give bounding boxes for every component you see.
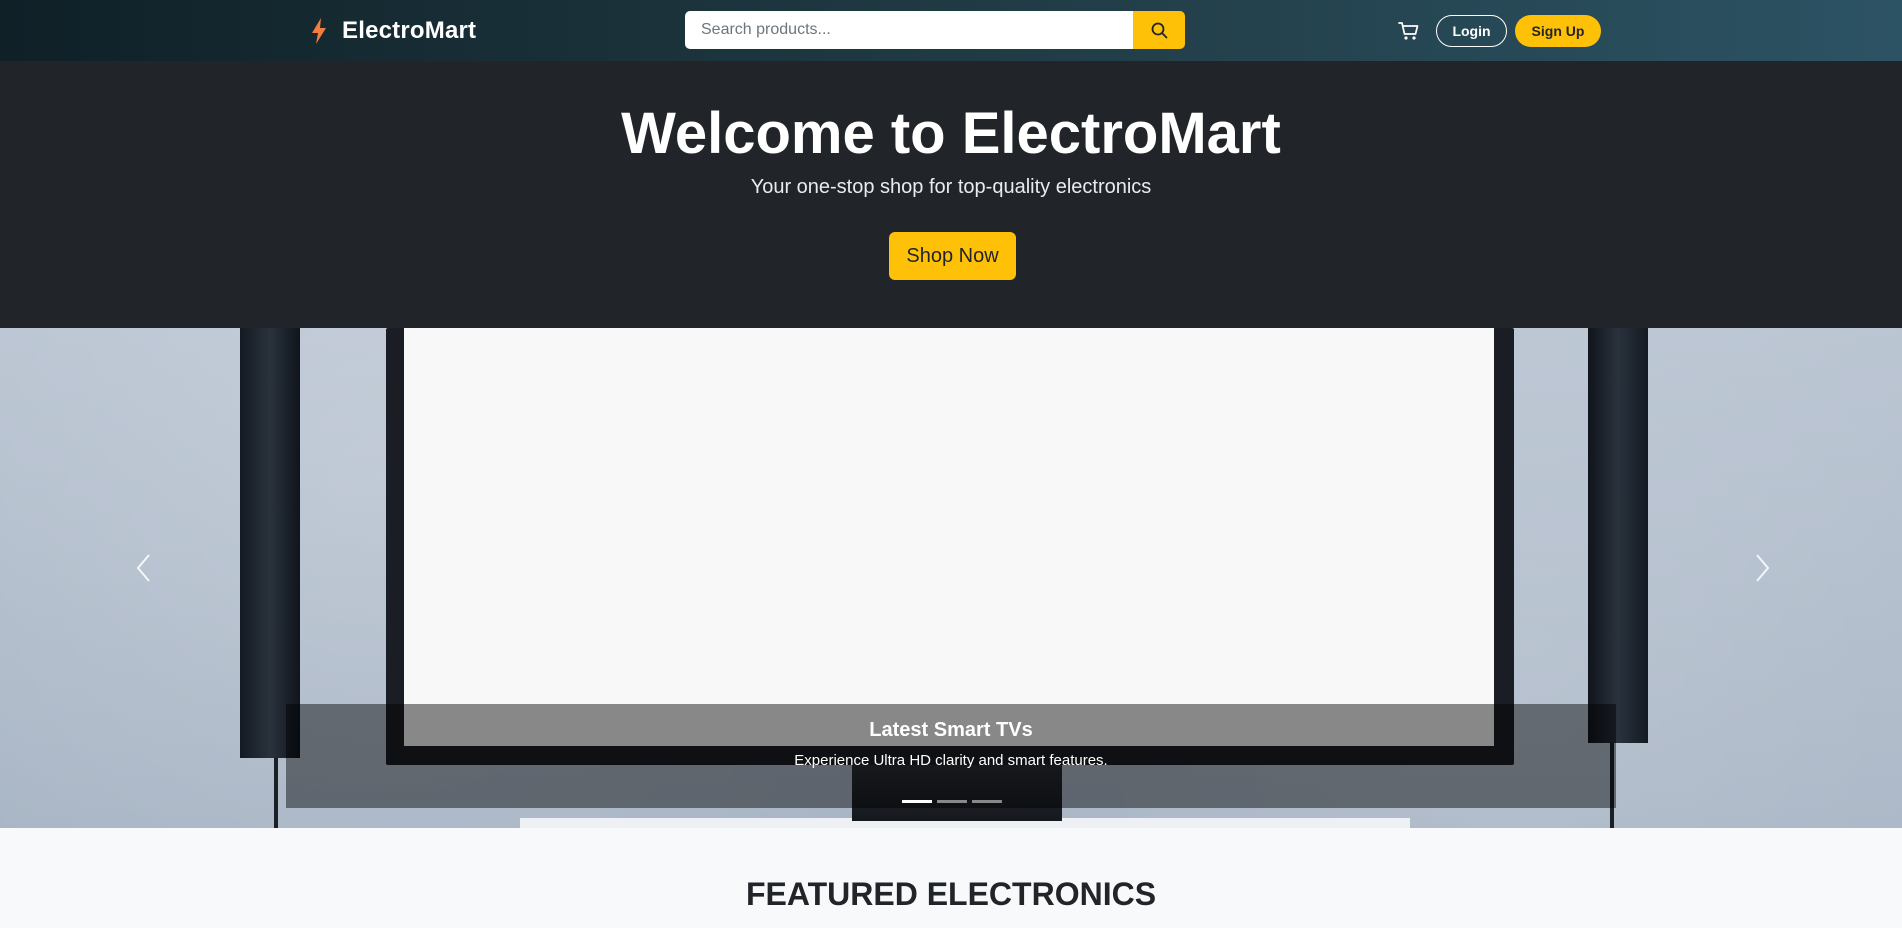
caption-title: Latest Smart TVs	[869, 719, 1033, 741]
featured-section: FEATURED ELECTRONICS	[0, 828, 1902, 928]
carousel-indicator[interactable]	[937, 800, 967, 803]
search-input[interactable]	[685, 11, 1133, 49]
carousel-indicator[interactable]	[902, 800, 932, 803]
search-bar	[685, 11, 1185, 49]
hero-section: Welcome to ElectroMart Your one-stop sho…	[0, 61, 1902, 328]
caption-text: Experience Ultra HD clarity and smart fe…	[794, 752, 1108, 769]
chevron-left-icon	[136, 554, 150, 582]
speaker-right-image	[1588, 328, 1648, 743]
lightning-bolt-icon	[312, 18, 326, 44]
carousel-caption: Latest Smart TVs Experience Ultra HD cla…	[286, 704, 1616, 808]
brand-link[interactable]: ElectroMart	[310, 14, 476, 48]
speaker-left-image	[240, 328, 300, 758]
hero-carousel: Latest Smart TVs Experience Ultra HD cla…	[0, 328, 1902, 828]
cart-button[interactable]	[1396, 18, 1422, 44]
hero-subtitle: Your one-stop shop for top-quality elect…	[750, 176, 1152, 198]
carousel-next-button[interactable]	[1742, 548, 1782, 588]
cart-icon	[1398, 22, 1419, 40]
tv-screen-image	[404, 328, 1494, 746]
featured-heading: FEATURED ELECTRONICS	[745, 876, 1157, 912]
chevron-right-icon	[1756, 554, 1770, 582]
hero-title: Welcome to ElectroMart	[621, 101, 1281, 166]
carousel-prev-button[interactable]	[124, 548, 164, 588]
login-button[interactable]: Login	[1436, 15, 1507, 47]
carousel-indicator[interactable]	[972, 800, 1002, 803]
search-icon	[1151, 22, 1167, 38]
navbar: ElectroMart Login Sign Up	[0, 0, 1902, 61]
search-button[interactable]	[1133, 11, 1185, 49]
carousel-indicators	[902, 800, 1002, 803]
speaker-left-stand	[274, 758, 278, 828]
shop-now-button[interactable]: Shop Now	[889, 232, 1016, 280]
signup-button[interactable]: Sign Up	[1515, 15, 1601, 47]
brand-name: ElectroMart	[342, 17, 477, 44]
